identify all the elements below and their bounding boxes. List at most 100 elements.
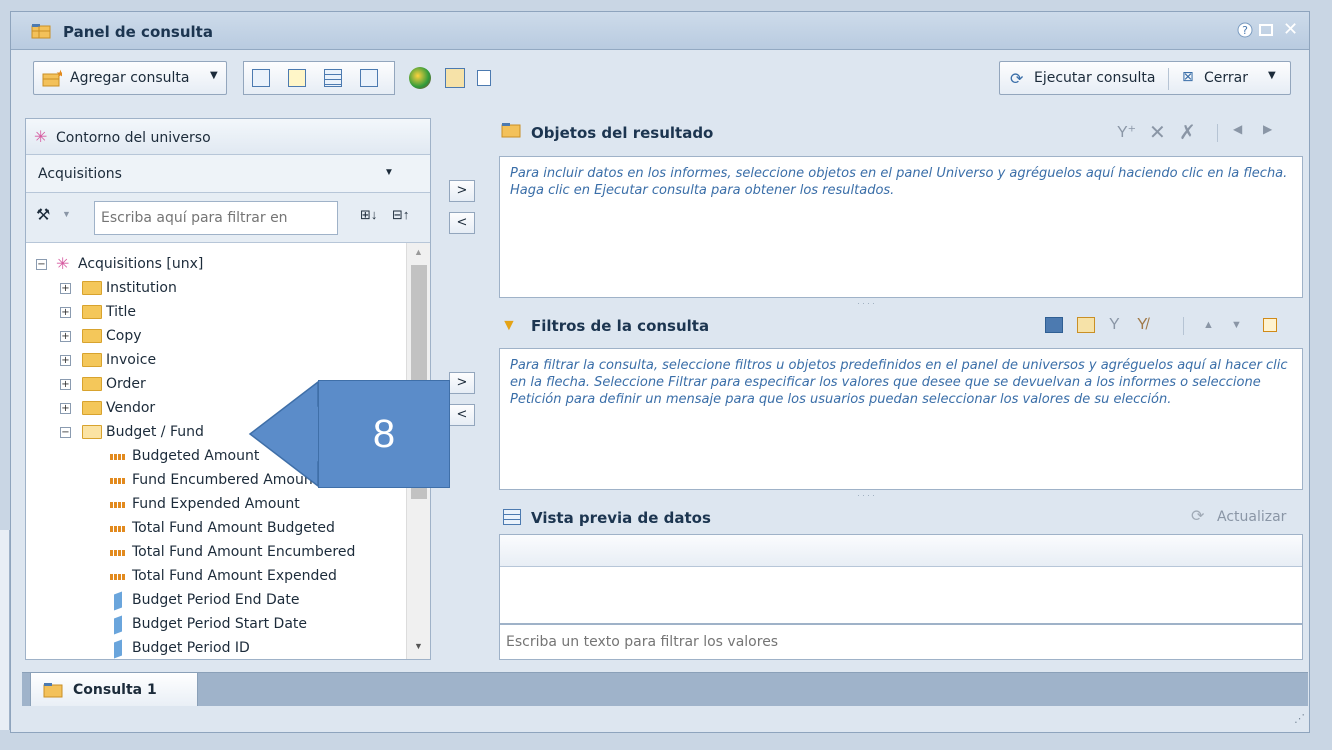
run-query-button[interactable]: Ejecutar consulta: [1034, 70, 1155, 86]
tools-icon[interactable]: ⚒: [36, 205, 50, 225]
data-preview-filter-input[interactable]: [500, 625, 1302, 659]
tree-folder-label: Budget / Fund: [106, 424, 204, 440]
remove-all-icon[interactable]: ✗: [1179, 120, 1196, 145]
tree-folder[interactable]: + Institution: [26, 277, 406, 301]
ranking-icon[interactable]: Y̸: [1137, 316, 1148, 334]
preview-layout-icon[interactable]: [360, 69, 378, 87]
query-filters-hint: Para filtrar la consulta, seleccione fil…: [510, 358, 1288, 407]
run-close-group: ⟳ Ejecutar consulta ⊠ Cerrar ▼: [999, 61, 1291, 95]
universe-filter-bar: ⚒ ▼ ⊞↓ ⊟↑: [26, 193, 430, 243]
move-down-icon[interactable]: ▼: [1231, 319, 1242, 331]
move-right-icon[interactable]: ▶: [1263, 122, 1272, 136]
remove-filter-button[interactable]: <: [449, 404, 475, 426]
universe-chevron-icon: ▼: [384, 167, 394, 178]
universe-panel-title: Contorno del universo: [56, 130, 211, 146]
add-filter-button[interactable]: >: [449, 372, 475, 394]
window-title: Panel de consulta: [63, 23, 213, 41]
tree-dimension[interactable]: Budget Period End Date: [26, 589, 406, 613]
scroll-up-icon[interactable]: ▲: [414, 247, 423, 257]
universe-select[interactable]: Acquisitions ▼: [26, 155, 430, 193]
filter-layout-icon[interactable]: [288, 69, 306, 87]
toolbar-divider: [1168, 68, 1169, 90]
splitter-handle[interactable]: ····: [857, 490, 877, 500]
tree-measure[interactable]: Fund Expended Amount: [26, 493, 406, 517]
expand-icon[interactable]: +: [60, 331, 71, 342]
script-icon[interactable]: [477, 70, 491, 86]
tree-dimension-label: Budget Period ID: [132, 640, 250, 656]
folder-icon: [82, 401, 102, 415]
move-up-icon[interactable]: ▲: [1203, 319, 1214, 331]
filter-options-icon[interactable]: [1263, 318, 1277, 332]
collapse-icon[interactable]: −: [60, 427, 71, 438]
close-query-button[interactable]: Cerrar: [1204, 70, 1248, 86]
tree-root[interactable]: − ✳ Acquisitions [unx]: [26, 253, 406, 277]
add-query-label: Agregar consulta: [70, 70, 190, 86]
tree-measure[interactable]: Total Fund Amount Expended: [26, 565, 406, 589]
expand-all-icon[interactable]: ⊞↓: [360, 207, 377, 223]
tree-folder-label: Institution: [106, 280, 177, 296]
tree-folder-label: Title: [106, 304, 137, 320]
tree-measure[interactable]: Total Fund Amount Budgeted: [26, 517, 406, 541]
section-divider: [1183, 317, 1184, 335]
universe-filter-input[interactable]: [94, 201, 338, 235]
result-objects-title: Objetos del resultado: [531, 124, 714, 142]
collapse-all-icon[interactable]: ⊟↑: [392, 207, 409, 223]
folder-icon: [82, 353, 102, 367]
measure-icon: [110, 574, 126, 580]
predefined-filter-icon[interactable]: [1045, 317, 1063, 333]
close-query-icon: ⊠: [1182, 69, 1194, 85]
layout-icon[interactable]: [252, 69, 270, 87]
scroll-down-icon[interactable]: ▼: [414, 641, 423, 651]
universe-panel-header: ✳ Contorno del universo: [26, 119, 430, 155]
tab-consulta-1[interactable]: Consulta 1: [30, 672, 198, 706]
expand-icon[interactable]: +: [60, 355, 71, 366]
expand-icon[interactable]: +: [60, 307, 71, 318]
tree-measure-label: Fund Expended Amount: [132, 496, 300, 512]
tree-dimension-label: Budget Period Start Date: [132, 616, 308, 632]
tree-folder[interactable]: + Title: [26, 301, 406, 325]
data-source-icon[interactable]: [409, 67, 431, 89]
query-properties-icon[interactable]: [445, 68, 465, 88]
tree-folder[interactable]: + Invoice: [26, 349, 406, 373]
result-objects-dropzone[interactable]: Para incluir datos en los informes, sele…: [499, 156, 1303, 298]
collapse-icon[interactable]: −: [36, 259, 47, 270]
tree-dimension[interactable]: Budget Period Start Date: [26, 613, 406, 637]
tree-measure-label: Total Fund Amount Encumbered: [132, 544, 356, 560]
tree-dimension[interactable]: Budget Period ID: [26, 637, 406, 659]
tools-dropdown-icon[interactable]: ▼: [62, 209, 71, 219]
measure-icon: [110, 454, 126, 460]
table-view-icon[interactable]: [324, 69, 342, 87]
add-subquery-icon[interactable]: Y: [1109, 316, 1120, 334]
add-query-button[interactable]: ★ Agregar consulta ▼: [33, 61, 227, 95]
data-preview-title: Vista previa de datos: [531, 509, 711, 527]
svg-text:★: ★: [56, 69, 62, 80]
tree-measure[interactable]: Total Fund Amount Encumbered: [26, 541, 406, 565]
prompt-icon[interactable]: [1077, 317, 1095, 333]
add-result-object-button[interactable]: >: [449, 180, 475, 202]
expand-icon[interactable]: +: [60, 379, 71, 390]
view-mode-group: [243, 61, 395, 95]
move-left-icon[interactable]: ◀: [1233, 122, 1242, 136]
add-filter-icon[interactable]: Y⁺: [1117, 122, 1136, 142]
measure-icon: [110, 502, 126, 508]
remove-icon[interactable]: ✕: [1149, 120, 1166, 145]
splitter-handle[interactable]: ····: [857, 298, 877, 308]
maximize-icon[interactable]: [1259, 24, 1273, 36]
resize-grip-icon[interactable]: ⋰: [1294, 712, 1305, 725]
tree-measure-label: Total Fund Amount Expended: [132, 568, 337, 584]
result-objects-hint: Para incluir datos en los informes, sele…: [510, 166, 1288, 198]
remove-result-object-button[interactable]: <: [449, 212, 475, 234]
query-panel-icon: [31, 23, 51, 39]
dimension-icon: [114, 591, 122, 611]
tree-measure-label: Budgeted Amount: [132, 448, 260, 464]
close-dropdown-icon[interactable]: ▼: [1268, 70, 1276, 81]
refresh-button[interactable]: Actualizar: [1217, 509, 1286, 525]
expand-icon[interactable]: +: [60, 283, 71, 294]
query-filters-dropzone[interactable]: Para filtrar la consulta, seleccione fil…: [499, 348, 1303, 490]
background-app-strip: [0, 530, 10, 730]
tree-folder[interactable]: + Copy: [26, 325, 406, 349]
help-icon[interactable]: ?: [1237, 22, 1253, 42]
close-icon[interactable]: ✕: [1283, 19, 1298, 40]
tree-measure-label: Total Fund Amount Budgeted: [132, 520, 335, 536]
expand-icon[interactable]: +: [60, 403, 71, 414]
